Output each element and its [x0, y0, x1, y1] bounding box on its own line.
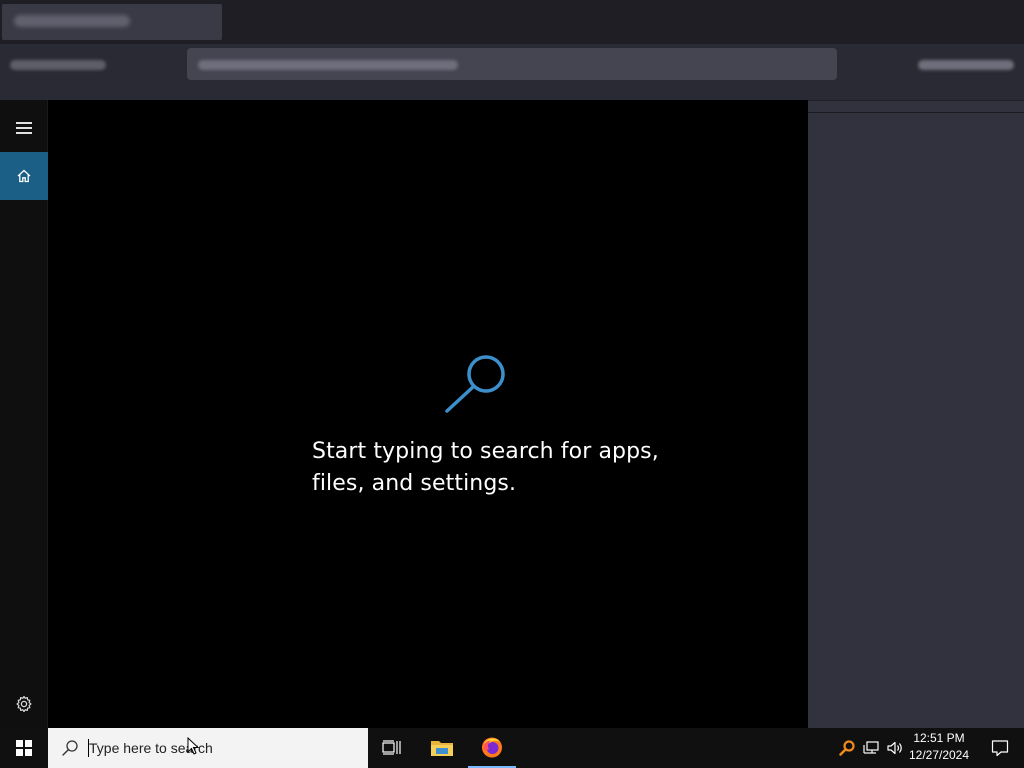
taskbar-search-box[interactable]: Type here to search: [48, 728, 368, 768]
home-button[interactable]: [0, 152, 48, 200]
search-empty-state: Start typing to search for apps, files, …: [48, 100, 808, 728]
mouse-cursor-icon: [187, 737, 199, 755]
background-right-panel: [808, 100, 1024, 729]
folder-icon: [431, 741, 453, 756]
file-explorer-button[interactable]: [418, 728, 466, 768]
task-view-icon: [382, 740, 401, 755]
firefox-icon: [482, 737, 502, 758]
tray-search-tool-button[interactable]: [835, 728, 859, 768]
clock-time: 12:51 PM: [913, 731, 965, 745]
search-tool-icon: [839, 740, 855, 756]
search-icon: [60, 738, 80, 758]
action-center-button[interactable]: [976, 728, 1024, 768]
background-toolbar-right-blurred: [918, 60, 1014, 70]
notification-icon: [991, 740, 1009, 757]
left-rail: [0, 100, 48, 728]
gear-icon: [16, 695, 32, 713]
volume-icon: [887, 741, 902, 755]
background-divider: [808, 112, 1024, 113]
empty-message-line-2: files, and settings.: [312, 471, 517, 496]
search-glyph-icon: [445, 355, 505, 413]
background-toolbar-left-blurred: [10, 60, 106, 70]
tray-volume-button[interactable]: [883, 728, 907, 768]
firefox-button[interactable]: [468, 728, 516, 768]
network-icon: [863, 741, 879, 754]
windows-logo-icon: [16, 740, 32, 756]
home-icon: [17, 169, 31, 183]
empty-message-line-1: Start typing to search for apps,: [312, 439, 659, 464]
background-tab-title-blurred: [14, 15, 130, 27]
menu-button[interactable]: [0, 104, 48, 152]
start-button[interactable]: [0, 728, 48, 768]
search-flyout: Start typing to search for apps, files, …: [0, 100, 808, 728]
task-view-button[interactable]: [368, 728, 416, 768]
taskbar-clock[interactable]: 12:51 PM 12/27/2024: [906, 730, 972, 766]
taskbar: Type here to search 12:51 PM 12/27/2024: [0, 728, 1024, 768]
background-address-blurred: [198, 60, 458, 70]
clock-date: 12/27/2024: [908, 748, 970, 762]
tray-network-button[interactable]: [859, 728, 883, 768]
settings-button[interactable]: [0, 680, 48, 728]
search-empty-message: Start typing to search for apps, files, …: [312, 436, 712, 500]
hamburger-icon: [16, 122, 32, 134]
